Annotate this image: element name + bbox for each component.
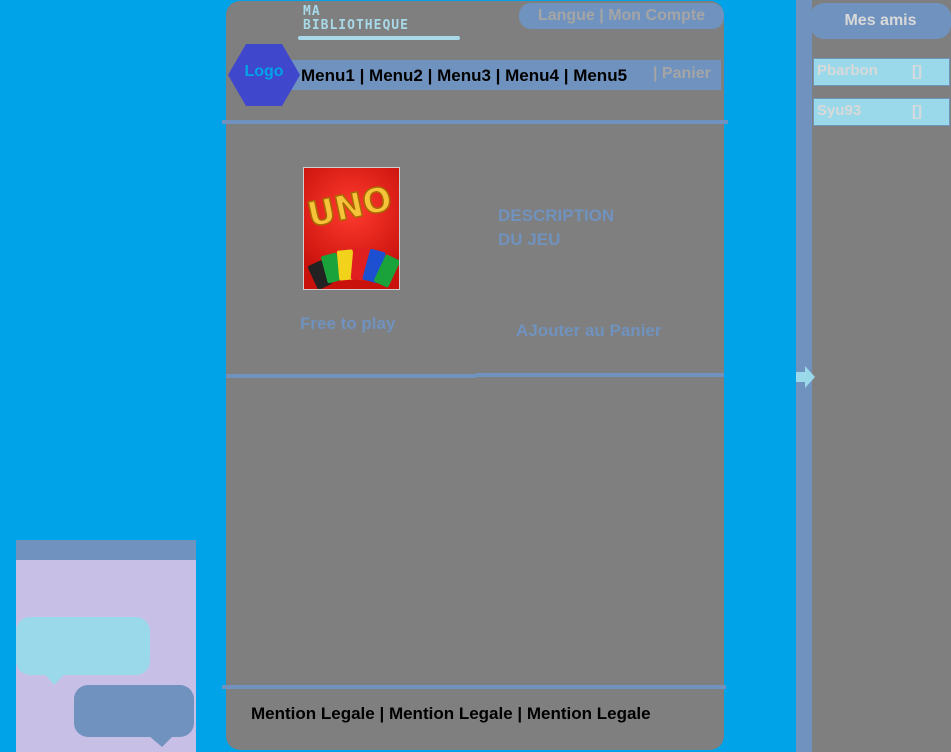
header-divider — [222, 120, 728, 124]
game-description-line1: DESCRIPTION — [498, 206, 615, 225]
site-title-line2: BIBLIOTHEQUE — [303, 18, 409, 33]
friend-item[interactable]: Syu93 [] — [813, 98, 950, 126]
friend-item[interactable]: Pbarbon [] — [813, 58, 950, 86]
game-description-line2: DU JEU — [498, 230, 561, 249]
footer-links: Mention Legale | Mention Legale | Mentio… — [251, 704, 651, 724]
top-links-separator: | — [594, 7, 609, 24]
language-link[interactable]: Langue — [538, 7, 595, 25]
nav-separator: | — [490, 66, 506, 85]
top-links: Langue | Mon Compte — [519, 3, 724, 29]
cart-link[interactable]: | Panier — [653, 65, 711, 83]
footer-separator: | — [374, 704, 389, 723]
friends-header[interactable]: Mes amis — [810, 3, 951, 39]
speech-bubble-icon[interactable] — [16, 617, 150, 685]
nav-menu-2[interactable]: Menu2 — [369, 66, 423, 85]
nav-menu-3[interactable]: Menu3 — [437, 66, 491, 85]
friend-status-icon: [] — [912, 63, 922, 80]
game-price: Free to play — [300, 314, 396, 333]
site-title-line1: MA — [303, 4, 321, 19]
arrow-right-icon[interactable] — [796, 366, 816, 388]
add-to-cart-button[interactable]: AJouter au Panier — [516, 321, 662, 341]
chat-titlebar[interactable] — [16, 540, 196, 560]
uno-card-icon[interactable]: UNO — [303, 167, 400, 290]
site-title-underline — [298, 36, 460, 40]
nav-separator: | — [354, 66, 370, 85]
legal-link-3[interactable]: Mention Legale — [527, 704, 651, 723]
legal-link-2[interactable]: Mention Legale — [389, 704, 513, 723]
site-title[interactable]: MA BIBLIOTHEQUE — [303, 5, 461, 33]
nav-separator: | — [558, 66, 574, 85]
nav-menu-4[interactable]: Menu4 — [505, 66, 559, 85]
legal-link-1[interactable]: Mention Legale — [251, 704, 375, 723]
footer-divider — [222, 685, 726, 689]
nav-menu-1[interactable]: Menu1 — [301, 66, 355, 85]
game-description: DESCRIPTION DU JEU — [498, 204, 678, 252]
content-divider-left — [226, 374, 476, 378]
uno-logo-text: UNO — [304, 179, 395, 236]
friend-name: Syu93 — [817, 102, 862, 119]
account-link[interactable]: Mon Compte — [608, 7, 705, 25]
nav-menu-5[interactable]: Menu5 — [573, 66, 627, 85]
friend-status-icon: [] — [912, 103, 922, 120]
nav-menu-list: Menu1 | Menu2 | Menu3 | Menu4 | Menu5 — [301, 66, 627, 86]
footer-separator: | — [512, 704, 527, 723]
friend-name: Pbarbon — [817, 62, 878, 79]
nav-separator: | — [422, 66, 438, 85]
content-divider-right — [476, 373, 724, 377]
speech-bubble-icon[interactable] — [74, 685, 194, 747]
